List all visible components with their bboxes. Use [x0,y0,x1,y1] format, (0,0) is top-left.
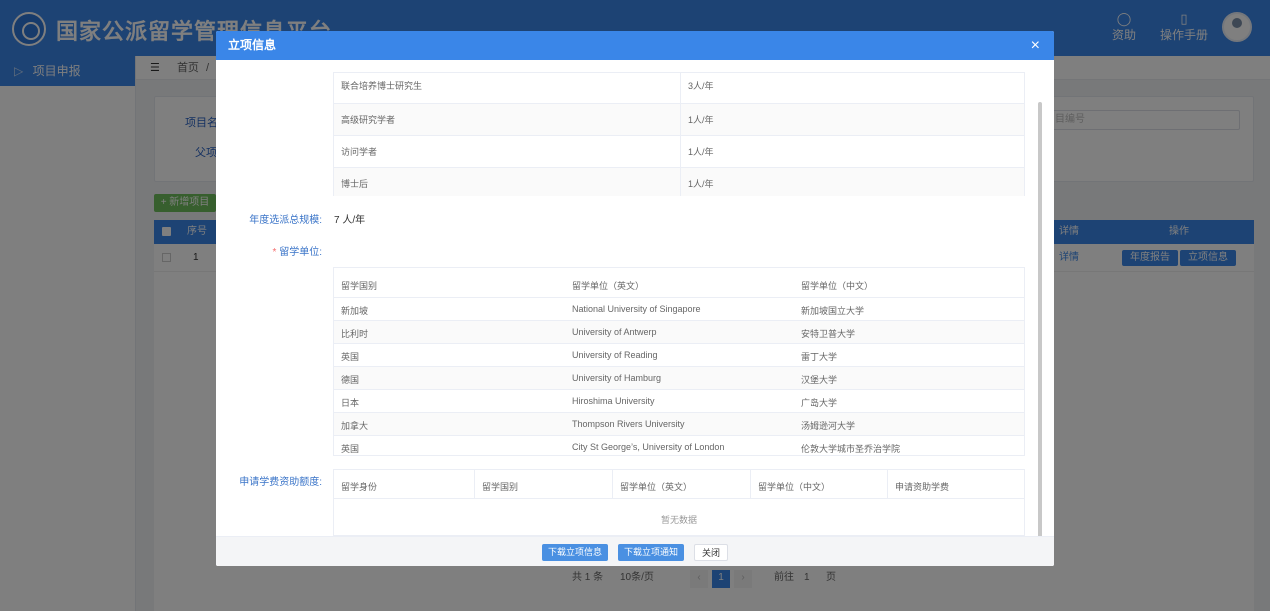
table-row: 博士后 1人/年 [334,168,1024,196]
required-mark: * [272,247,277,258]
unit-en: City St George’s, University of London [572,442,725,452]
table-row: 新加坡 National University of Singapore 新加坡… [334,298,1024,321]
unit-country: 加拿大 [341,421,369,431]
close-button[interactable]: 关闭 [694,544,728,561]
table-row: 日本 Hiroshima University 广岛大学 [334,390,1024,413]
table-row: 英国 University of Reading 雷丁大学 [334,344,1024,367]
table-row: 德国 University of Hamburg 汉堡大学 [334,367,1024,390]
unit-en: National University of Singapore [572,304,701,314]
dialog-body: 联合培养博士研究生 3人/年 高级研究学者 1人/年 访问学者 1人/年 博士后… [216,60,1054,536]
unit-en: Thompson Rivers University [572,419,685,429]
quota-type: 高级研究学者 [341,115,396,125]
empty-state: 暂无数据 [660,515,697,525]
table-row: 英国 City St George’s, University of Londo… [334,436,1024,457]
quota-count: 3人/年 [680,73,714,103]
unit-country: 德国 [341,375,360,385]
col-unit-cn: 留学单位（中文） [750,470,830,498]
table-row: 高级研究学者 1人/年 [334,104,1024,136]
quota-count: 1人/年 [680,136,714,167]
quota-count: 1人/年 [680,104,714,135]
col-unit-en: 留学单位（英文） [612,470,692,498]
table-row: 加拿大 Thompson Rivers University 汤姆逊河大学 [334,413,1024,436]
unit-country: 新加坡 [341,306,369,316]
table-header-row: 留学国别 留学单位（英文） 留学单位（中文） [334,268,1024,298]
table-row: 联合培养博士研究生 3人/年 [334,73,1024,104]
study-units-table: 留学国别 留学单位（英文） 留学单位（中文） 新加坡 National Univ… [333,267,1025,456]
unit-cn: 汤姆逊河大学 [801,421,856,431]
unit-en: University of Reading [572,350,658,360]
col-unit-en: 留学单位（英文） [572,281,645,291]
dialog-footer: 下载立项信息 下载立项通知 关闭 [216,536,1054,566]
download-notice-button[interactable]: 下载立项通知 [618,544,684,561]
col-tuition: 申请资助学费 [887,470,949,498]
study-units-label-text: 留学单位: [279,247,322,258]
quota-type: 访问学者 [341,147,378,157]
unit-cn: 新加坡国立大学 [801,306,865,316]
col-country: 留学国别 [341,281,378,291]
unit-country: 比利时 [341,329,369,339]
unit-cn: 汉堡大学 [801,375,838,385]
quota-table: 联合培养博士研究生 3人/年 高级研究学者 1人/年 访问学者 1人/年 博士后… [333,72,1025,196]
unit-country: 日本 [341,398,360,408]
unit-cn: 雷丁大学 [801,352,838,362]
unit-cn: 广岛大学 [801,398,838,408]
unit-en: Hiroshima University [572,396,655,406]
quota-count: 1人/年 [680,168,714,196]
dialog-title: 立项信息 [228,38,277,52]
quota-type: 联合培养博士研究生 [341,81,423,91]
tuition-label: 申请学费资助额度: [239,477,322,488]
dialog-header: 立项信息 × [216,31,1054,60]
col-unit-cn: 留学单位（中文） [801,281,874,291]
unit-cn: 安特卫普大学 [801,329,856,339]
table-row: 访问学者 1人/年 [334,136,1024,168]
table-row: 比利时 University of Antwerp 安特卫普大学 [334,321,1024,344]
unit-country: 英国 [341,352,360,362]
col-country: 留学国别 [474,470,518,498]
col-identity: 留学身份 [341,482,378,492]
download-info-button[interactable]: 下载立项信息 [542,544,608,561]
study-units-label: * 留学单位: [216,243,322,258]
project-info-dialog: 立项信息 × 联合培养博士研究生 3人/年 高级研究学者 1人/年 访问学者 1… [216,31,1054,566]
tuition-table: 留学身份 留学国别 留学单位（英文） 留学单位（中文） 申请资助学费 暂无数据 [333,469,1025,536]
unit-en: University of Antwerp [572,327,657,337]
unit-country: 英国 [341,444,360,454]
dialog-scrollbar[interactable] [1038,102,1042,536]
close-icon[interactable]: × [1031,31,1040,60]
table-header-row: 留学身份 留学国别 留学单位（英文） 留学单位（中文） 申请资助学费 [334,470,1024,499]
unit-en: University of Hamburg [572,373,662,383]
unit-cn: 伦敦大学城市圣乔治学院 [801,444,901,454]
quota-type: 博士后 [341,179,369,189]
annual-scale-value: 7 人/年 [334,215,366,226]
annual-scale-label: 年度选派总规模: [249,215,322,226]
